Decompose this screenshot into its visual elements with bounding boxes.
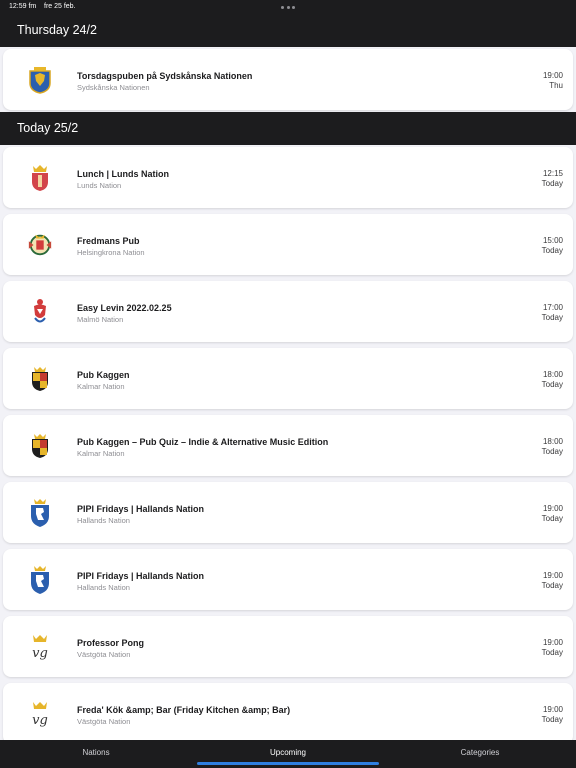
event-time: 19:00 Today — [542, 705, 563, 725]
event-time: 19:00 Today — [542, 571, 563, 591]
event-nation: Västgöta Nation — [77, 650, 131, 659]
hallands-crest-icon — [27, 498, 53, 528]
event-time-value: 12:15 — [542, 169, 563, 178]
event-title: Professor Pong — [77, 638, 145, 648]
event-title: Torsdagspuben på Sydskånska Nationen — [77, 71, 253, 81]
event-card[interactable]: Easy Levin 2022.02.25 Malmö Nation 17:00… — [3, 281, 573, 342]
section-header: Today 25/2 — [0, 112, 576, 145]
event-time-value: 18:00 — [542, 370, 563, 379]
event-day: Today — [541, 715, 563, 724]
event-day: Today — [541, 514, 563, 523]
lunds-crest-icon — [27, 163, 53, 193]
event-day: Today — [541, 179, 563, 188]
event-time-value: 17:00 — [542, 303, 563, 312]
event-day: Thu — [549, 81, 563, 90]
event-card[interactable]: PIPI Fridays | Hallands Nation Hallands … — [3, 482, 573, 543]
event-time-value: 18:00 — [542, 437, 563, 446]
section-header: Thursday 24/2 — [0, 14, 576, 47]
event-day: Today — [541, 581, 563, 590]
event-time: 18:00 Today — [542, 370, 563, 390]
event-time-value: 19:00 — [542, 638, 563, 647]
status-date: fre 25 feb. — [44, 3, 76, 10]
event-card[interactable]: vg Freda' Kök &amp; Bar (Friday Kitchen … — [3, 683, 573, 740]
vastgota-crest-icon: vg — [27, 699, 53, 729]
sydskanska-crest-icon — [27, 65, 53, 95]
event-time: 19:00 Today — [542, 638, 563, 658]
event-card[interactable]: Fredmans Pub Helsingkrona Nation 15:00 T… — [3, 214, 573, 275]
event-nation: Hallands Nation — [77, 516, 130, 525]
helsingkrona-crest-icon — [27, 230, 53, 260]
svg-text:vg: vg — [32, 646, 48, 661]
event-nation: Lunds Nation — [77, 181, 122, 190]
tab-bar: Nations Upcoming Categories — [0, 740, 576, 768]
event-time: 18:00 Today — [542, 437, 563, 457]
tab-categories[interactable]: Categories — [384, 740, 576, 768]
event-time: 12:15 Today — [542, 169, 563, 189]
event-nation: Sydskånska Nationen — [77, 83, 150, 92]
status-bar: 12:59 fm fre 25 feb. — [0, 0, 576, 14]
vastgota-crest-icon: vg — [27, 632, 53, 662]
malmo-crest-icon — [27, 297, 53, 327]
event-nation: Kalmar Nation — [77, 382, 125, 391]
event-title: Easy Levin 2022.02.25 — [77, 303, 172, 313]
event-nation: Västgöta Nation — [77, 717, 131, 726]
event-list[interactable]: Thursday 24/2 Torsdagspuben på Sydskånsk… — [0, 14, 576, 740]
event-card[interactable]: Pub Kaggen Kalmar Nation 18:00 Today — [3, 348, 573, 409]
kalmar-crest-icon — [27, 364, 53, 394]
event-nation: Helsingkrona Nation — [77, 248, 145, 257]
event-title: PIPI Fridays | Hallands Nation — [77, 571, 205, 581]
event-time-value: 19:00 — [542, 504, 563, 513]
event-nation: Kalmar Nation — [77, 449, 125, 458]
event-card[interactable]: vg Professor Pong Västgöta Nation 19:00 … — [3, 616, 573, 677]
event-time-value: 19:00 — [542, 71, 563, 80]
event-title: Pub Kaggen – Pub Quiz – Indie & Alternat… — [77, 437, 329, 447]
event-day: Today — [541, 313, 563, 322]
svg-text:vg: vg — [32, 713, 48, 728]
event-time-value: 19:00 — [542, 571, 563, 580]
event-nation: Hallands Nation — [77, 583, 130, 592]
event-title: Lunch | Lunds Nation — [77, 169, 170, 179]
event-time: 19:00 Today — [542, 504, 563, 524]
event-day: Today — [541, 246, 563, 255]
event-nation: Malmö Nation — [77, 315, 124, 324]
multitasking-dots-icon[interactable] — [281, 6, 295, 9]
event-title: Freda' Kök &amp; Bar (Friday Kitchen &am… — [77, 705, 291, 715]
event-title: Fredmans Pub — [77, 236, 140, 246]
kalmar-crest-icon — [27, 431, 53, 461]
event-time-value: 19:00 — [542, 705, 563, 714]
tab-nations[interactable]: Nations — [0, 740, 192, 768]
status-time: 12:59 fm — [9, 3, 37, 10]
event-time: 17:00 Today — [542, 303, 563, 323]
event-time-value: 15:00 — [542, 236, 563, 245]
event-card[interactable]: PIPI Fridays | Hallands Nation Hallands … — [3, 549, 573, 610]
event-day: Today — [541, 447, 563, 456]
event-time: 19:00 Thu — [543, 71, 563, 91]
event-day: Today — [541, 648, 563, 657]
event-day: Today — [541, 380, 563, 389]
tab-upcoming[interactable]: Upcoming — [192, 740, 384, 768]
hallands-crest-icon — [27, 565, 53, 595]
event-card[interactable]: Torsdagspuben på Sydskånska Nationen Syd… — [3, 49, 573, 110]
event-card[interactable]: Lunch | Lunds Nation Lunds Nation 12:15 … — [3, 147, 573, 208]
event-card[interactable]: Pub Kaggen – Pub Quiz – Indie & Alternat… — [3, 415, 573, 476]
event-title: PIPI Fridays | Hallands Nation — [77, 504, 205, 514]
event-title: Pub Kaggen — [77, 370, 130, 380]
event-time: 15:00 Today — [542, 236, 563, 256]
